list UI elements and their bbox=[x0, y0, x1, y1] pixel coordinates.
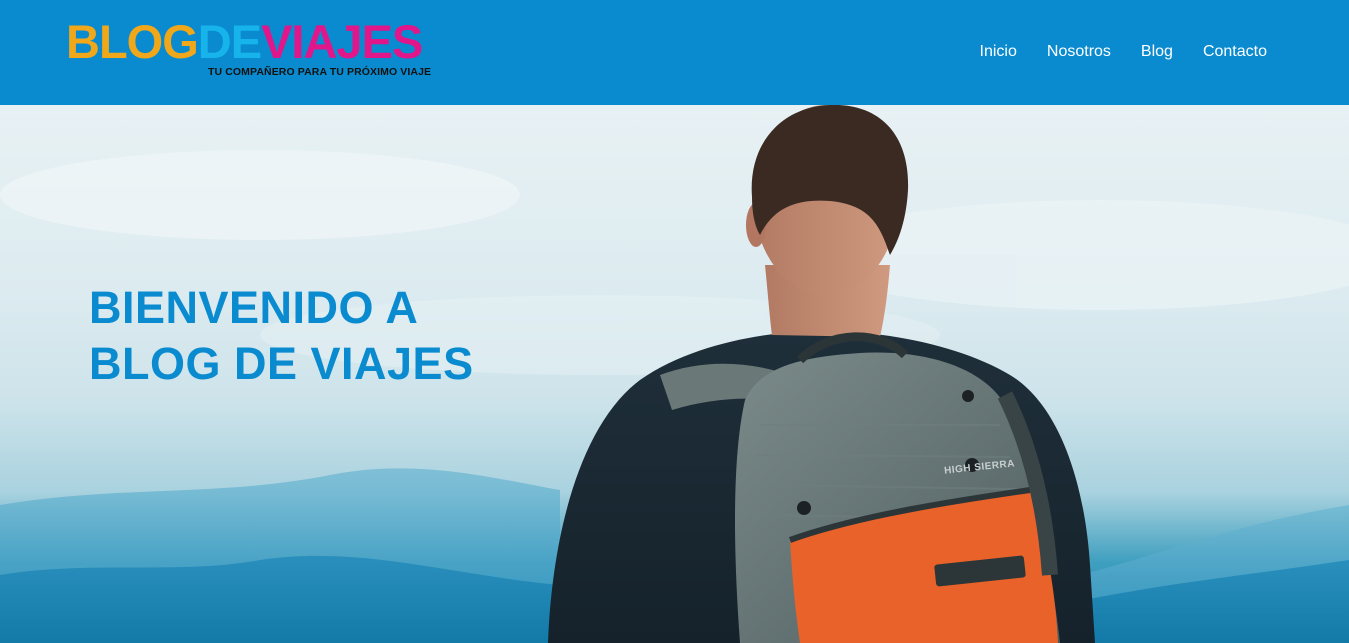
nav-link-contacto[interactable]: Contacto bbox=[1203, 42, 1267, 62]
hero-heading: BIENVENIDO A BLOG DE VIAJES bbox=[89, 280, 474, 392]
site-header: BLOGDEVIAJES TU COMPAÑERO PARA TU PRÓXIM… bbox=[0, 0, 1349, 105]
main-nav: Inicio Nosotros Blog Contacto bbox=[980, 42, 1267, 62]
nav-link-inicio[interactable]: Inicio bbox=[980, 42, 1017, 62]
site-logo[interactable]: BLOGDEVIAJES TU COMPAÑERO PARA TU PRÓXIM… bbox=[66, 18, 456, 88]
logo-part-viajes: VIAJES bbox=[261, 15, 423, 68]
hero-banner: HIGH SIERRA BIENVENIDO A BLOG DE VIAJES bbox=[0, 105, 1349, 643]
logo-tagline: TU COMPAÑERO PARA TU PRÓXIMO VIAJE bbox=[208, 66, 432, 78]
hero-heading-line-2: BLOG DE VIAJES bbox=[89, 338, 474, 389]
logo-part-blog: BLOG bbox=[66, 15, 199, 68]
nav-link-nosotros[interactable]: Nosotros bbox=[1047, 42, 1111, 62]
hero-heading-line-1: BIENVENIDO A bbox=[89, 282, 419, 333]
logo-part-de: DE bbox=[197, 15, 262, 68]
logo-wordmark: BLOGDEVIAJES bbox=[66, 18, 456, 66]
nav-link-blog[interactable]: Blog bbox=[1141, 42, 1173, 62]
